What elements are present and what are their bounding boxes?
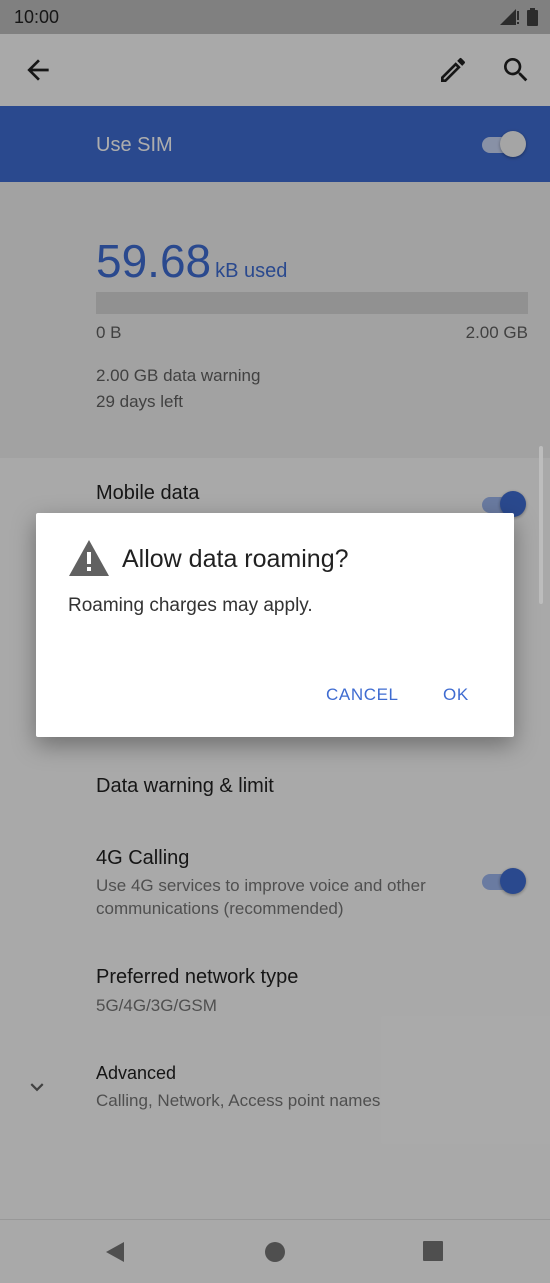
- ok-button[interactable]: OK: [443, 685, 469, 705]
- dialog-message: Roaming charges may apply.: [68, 595, 313, 616]
- roaming-dialog: Allow data roaming? Roaming charges may …: [36, 513, 514, 737]
- dialog-title: Allow data roaming?: [122, 545, 349, 573]
- scrollbar[interactable]: [539, 446, 543, 604]
- warning-icon: [69, 540, 109, 576]
- cancel-button[interactable]: CANCEL: [326, 685, 399, 705]
